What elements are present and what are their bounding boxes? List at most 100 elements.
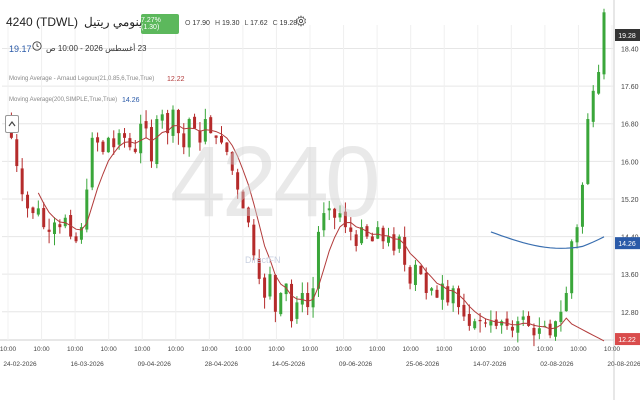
- symbol-watermark: 4240: [170, 126, 380, 238]
- candle-body: [489, 321, 493, 326]
- candle-body: [144, 121, 148, 129]
- candle-body: [160, 114, 164, 121]
- ohlc-open-value: 17.90: [192, 20, 210, 27]
- candle-body: [101, 141, 105, 152]
- price-label-text-last-close: 19.28: [618, 33, 636, 40]
- ma200-indicator-label[interactable]: Moving Average(200,SIMPLE,True,True): [9, 97, 117, 103]
- candle-body: [376, 227, 380, 239]
- chevron-up-icon: [8, 121, 16, 127]
- candle-body: [381, 227, 385, 242]
- timestamp: 23 أغسطس 2026 - 10:00 ص: [46, 44, 147, 53]
- price-tick-label: 16.80: [621, 122, 639, 129]
- alma-indicator-value: 12.22: [167, 76, 185, 83]
- ohlc-open: O 17.90: [185, 20, 210, 27]
- candle-body: [516, 321, 520, 333]
- candle-body: [500, 321, 504, 326]
- date-tick-label: 25-06-2026: [406, 361, 440, 368]
- candle-body: [155, 119, 159, 165]
- date-tick-label: 02-08-2026: [540, 361, 574, 368]
- ohlc-low-key: L: [244, 20, 249, 27]
- candle-body: [300, 292, 304, 305]
- time-tick-label: 10:00: [235, 346, 252, 353]
- candle-body: [139, 123, 143, 154]
- ohlc-low: L 17.62: [244, 20, 267, 27]
- time-tick-label: 10:00: [369, 346, 386, 353]
- candle-body: [149, 127, 153, 162]
- candle-body: [483, 322, 487, 324]
- ohlc-close: C 19.28: [273, 20, 298, 27]
- price-tick-label: 17.60: [621, 84, 639, 91]
- date-tick-label: 14-05-2026: [272, 361, 306, 368]
- candle-body: [63, 217, 67, 227]
- candle-body: [316, 231, 320, 289]
- candle-body: [96, 137, 100, 143]
- candle-body: [424, 272, 428, 293]
- candle-body: [58, 224, 62, 228]
- candle-body: [403, 237, 407, 265]
- candle-body: [268, 274, 272, 297]
- time-tick-label: 10:00: [503, 346, 520, 353]
- candle-body: [273, 274, 277, 312]
- change-badge: 7.27%(1.30): [141, 14, 179, 34]
- time-tick-label: 10:00: [67, 346, 84, 353]
- ohlc-high-value: 19.30: [221, 20, 240, 27]
- candle-body: [462, 304, 466, 317]
- time-tick-label: 10:00: [302, 346, 319, 353]
- time-tick-label: 10:00: [470, 346, 487, 353]
- gear-icon[interactable]: [295, 15, 307, 27]
- ohlc-high: H 19.30: [215, 20, 240, 27]
- candle-body: [90, 137, 94, 188]
- price-label-text-alma: 12.22: [618, 337, 636, 344]
- candle-body: [527, 315, 531, 326]
- alma-indicator-label[interactable]: Moving Average - Arnaud Legoux(21,0.85,6…: [9, 76, 154, 82]
- candle-body: [494, 319, 498, 326]
- candle-body: [591, 90, 595, 122]
- time-tick-label: 10:00: [0, 346, 17, 353]
- candle-body: [554, 321, 558, 337]
- price-label-text-ma200: 14.26: [618, 241, 636, 248]
- clock-icon: [32, 41, 42, 51]
- candle-body: [521, 316, 525, 320]
- candle-body: [295, 302, 299, 319]
- collapse-legend-button[interactable]: [5, 115, 19, 133]
- candle-body: [392, 234, 396, 251]
- ohlc-open-key: O: [185, 20, 191, 27]
- candle-body: [42, 208, 46, 228]
- candle-body: [20, 168, 24, 195]
- candle-body: [430, 288, 434, 291]
- candle-body: [279, 292, 283, 315]
- candle-body: [117, 133, 121, 145]
- candle-body: [133, 148, 137, 152]
- ohlc-high-key: H: [214, 20, 220, 27]
- ma200-indicator-value: 14.26: [122, 97, 140, 104]
- time-tick-label: 10:00: [436, 346, 453, 353]
- candle-body: [419, 265, 423, 275]
- ma200-line: [490, 231, 605, 249]
- time-tick-label: 10:00: [537, 346, 554, 353]
- chart-title: 4240 (TDWL) سينومي ريتيل: [6, 15, 153, 29]
- chart-window: 18.4017.6016.8016.0015.2014.4013.6012.80…: [0, 0, 640, 400]
- candle-body: [602, 12, 606, 75]
- candle-body: [123, 133, 127, 138]
- ohlc-readout: O 17.90 H 19.30 L 17.62 C 19.28: [185, 20, 297, 27]
- candle-body: [128, 138, 132, 148]
- time-tick-label: 10:00: [403, 346, 420, 353]
- candle-body: [457, 288, 461, 308]
- date-tick-label: 28-04-2026: [205, 361, 239, 368]
- candle-body: [263, 277, 267, 298]
- candle-body: [397, 236, 401, 249]
- candle-body: [570, 241, 574, 294]
- candle-body: [408, 267, 412, 284]
- candle-body: [559, 311, 563, 323]
- candle-body: [473, 321, 477, 329]
- candle-body: [290, 283, 294, 322]
- candle-body: [478, 319, 482, 322]
- candle-body: [15, 139, 19, 167]
- time-tick-label: 10:00: [268, 346, 285, 353]
- price-tick-label: 12.80: [621, 310, 639, 317]
- time-tick-label: 10:00: [335, 346, 352, 353]
- candle-body: [47, 229, 51, 232]
- symbol-code: 4240 (TDWL): [6, 15, 79, 29]
- candle-body: [505, 318, 509, 326]
- candle-body: [112, 138, 116, 148]
